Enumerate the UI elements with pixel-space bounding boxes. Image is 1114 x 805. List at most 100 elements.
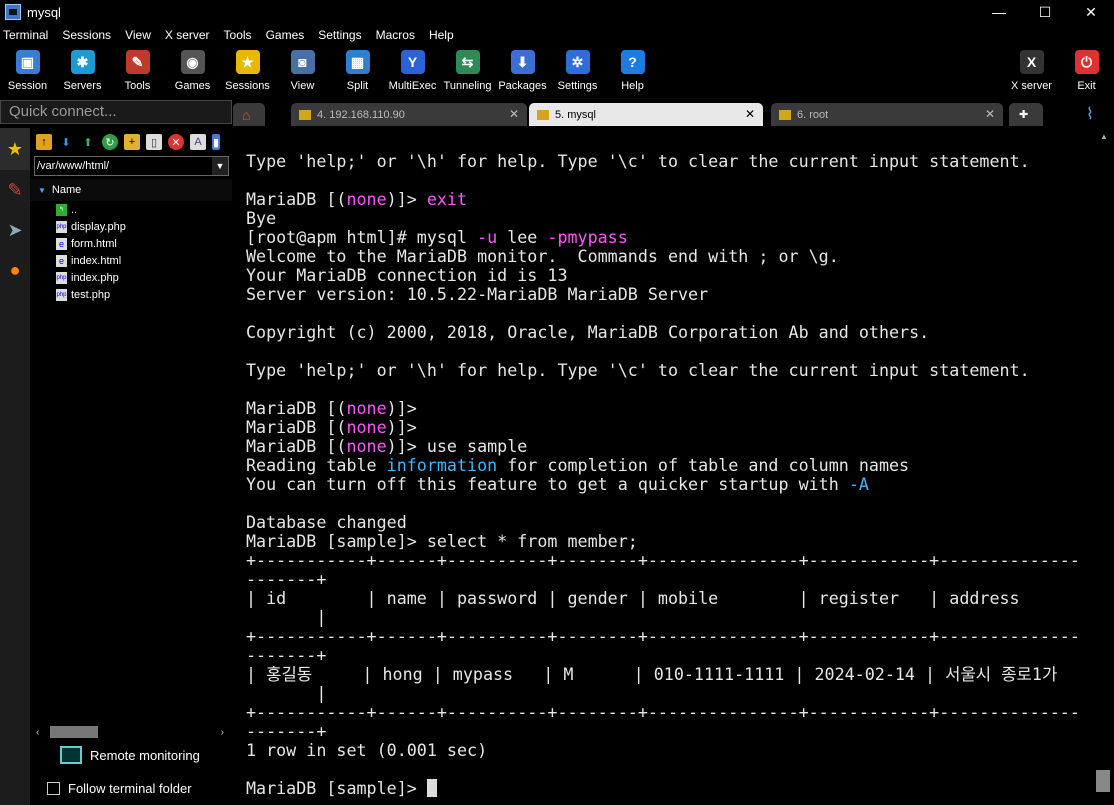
xserver-icon: X <box>1019 50 1044 74</box>
x-server-toolbar-button[interactable]: X X server <box>1004 46 1059 92</box>
tab-label: 4. 192.168.110.90 <box>317 108 405 121</box>
menu-xserver[interactable]: X server <box>165 28 210 42</box>
more-icon[interactable]: ▮ <box>212 134 220 150</box>
home-tab[interactable]: ⌂ <box>233 103 265 126</box>
terminal-line: Welcome to the MariaDB monitor. Commands… <box>246 247 1094 266</box>
terminal-text: Server version: 10.5.22-MariaDB MariaDB … <box>246 284 709 304</box>
tab-root[interactable]: 6. root ✕ <box>771 103 1003 126</box>
sftp-send-icon[interactable]: ➤ <box>0 210 30 250</box>
terminal-text: MariaDB [sample]> <box>246 778 427 798</box>
refresh-icon[interactable]: ↻ <box>102 134 118 150</box>
close-tab-icon[interactable]: ✕ <box>985 107 995 121</box>
delete-icon[interactable]: ✕ <box>168 134 184 150</box>
column-header[interactable]: ▼ Name <box>30 179 232 201</box>
maximize-button[interactable]: ☐ <box>1022 0 1068 24</box>
scroll-up-icon[interactable]: ▲ <box>1100 132 1108 141</box>
terminal-line: Your MariaDB connection id is 13 <box>246 266 1094 285</box>
split-toolbar-button[interactable]: ▦ Split <box>330 46 385 96</box>
minimize-button[interactable]: — <box>976 0 1022 24</box>
split-icon: ▦ <box>345 50 370 74</box>
menu-macros[interactable]: Macros <box>376 28 415 42</box>
toolbar-label: Tools <box>124 80 151 92</box>
terminal-cursor <box>426 779 437 797</box>
terminal-text: Welcome to the MariaDB monitor. Commands… <box>246 246 839 266</box>
terminal-vscroll[interactable]: ▲ <box>1094 128 1114 805</box>
chevron-left-icon[interactable]: ‹ <box>36 727 39 738</box>
file-list-item[interactable]: ↰.. <box>30 201 232 218</box>
remote-monitoring-button[interactable]: Remote monitoring <box>60 746 200 764</box>
left-sidebar: ★ ✎ ➤ ● <box>0 128 30 805</box>
close-tab-icon[interactable]: ✕ <box>509 107 519 121</box>
close-button[interactable]: ✕ <box>1068 0 1114 24</box>
quick-connect-input[interactable]: Quick connect... <box>0 100 232 124</box>
new-folder-icon[interactable]: + <box>124 134 140 150</box>
upload-icon[interactable]: ⬆ <box>80 134 96 150</box>
terminal-text: for completion of table and column names <box>497 455 910 475</box>
menu-terminal[interactable]: Terminal <box>3 28 48 42</box>
chevron-right-icon[interactable]: › <box>221 727 224 738</box>
file-browser-hscroll[interactable]: ‹ › <box>30 724 232 740</box>
menu-sessions[interactable]: Sessions <box>62 28 111 42</box>
parent-dir-icon: ↰ <box>56 203 67 216</box>
tunneling-icon: ⇆ <box>455 50 480 74</box>
file-name: index.php <box>71 271 119 284</box>
favorites-star-icon[interactable]: ★ <box>0 128 30 170</box>
servers-toolbar-button[interactable]: ✱ Servers <box>55 46 110 96</box>
terminal-line: | id | name | password | gender | mobile… <box>246 589 1094 608</box>
menu-settings[interactable]: Settings <box>318 28 361 42</box>
terminal-text: MariaDB [( <box>246 436 347 456</box>
sessions-toolbar-button[interactable]: ★ Sessions <box>220 46 275 96</box>
scroll-thumb[interactable] <box>50 726 98 738</box>
close-tab-icon[interactable]: ✕ <box>745 107 755 121</box>
settings-toolbar-button[interactable]: ✲ Settings <box>550 46 605 96</box>
toolbar-label: Sessions <box>225 80 270 92</box>
file-list-item[interactable]: php index.php <box>30 269 232 286</box>
download-icon[interactable]: ⬇ <box>58 134 74 150</box>
file-name: index.html <box>71 254 122 267</box>
macros-icon[interactable]: ● <box>0 250 30 290</box>
terminal-text: Database changed <box>246 512 407 532</box>
games-toolbar-button[interactable]: ◉ Games <box>165 46 220 96</box>
terminal-text: +-----------+------+----------+--------+… <box>246 626 1080 646</box>
ssh-key-icon <box>537 109 549 120</box>
tab-mysql[interactable]: 5. mysql ✕ <box>529 103 763 126</box>
parent-folder-icon[interactable]: ↑ <box>36 134 52 150</box>
tools-icon[interactable]: ✎ <box>0 170 30 210</box>
terminal-line: Reading table information for completion… <box>246 456 1094 475</box>
view-toolbar-button[interactable]: ◙ View <box>275 46 330 96</box>
multiexec-toolbar-button[interactable]: Y MultiExec <box>385 46 440 96</box>
rename-icon[interactable]: A <box>190 134 206 150</box>
terminal-output[interactable]: Type 'help;' or '\h' for help. Type '\c'… <box>236 128 1094 805</box>
menu-view[interactable]: View <box>125 28 151 42</box>
follow-terminal-folder-checkbox[interactable]: Follow terminal folder <box>47 781 192 796</box>
file-list-item[interactable]: e form.html <box>30 235 232 252</box>
php-file-icon: php <box>56 288 67 301</box>
menu-tools[interactable]: Tools <box>224 28 252 42</box>
menu-help[interactable]: Help <box>429 28 454 42</box>
path-input[interactable]: /var/www/html/ ▼ <box>34 156 229 176</box>
tools-toolbar-button[interactable]: ✎ Tools <box>110 46 165 96</box>
terminal-text: none <box>346 189 387 209</box>
title-bar: mysql — ☐ ✕ <box>0 0 1114 24</box>
scroll-thumb[interactable] <box>1096 770 1110 792</box>
file-list-item[interactable]: php test.php <box>30 286 232 303</box>
terminal-text: )]> <box>386 189 427 209</box>
checkbox[interactable] <box>47 782 60 795</box>
attach-icon[interactable]: ⌇ <box>1086 104 1094 124</box>
chevron-down-icon[interactable]: ▼ <box>212 157 228 175</box>
tunneling-toolbar-button[interactable]: ⇆ Tunneling <box>440 46 495 96</box>
tab-192-168-110-90[interactable]: 4. 192.168.110.90 ✕ <box>291 103 527 126</box>
file-list-item[interactable]: php display.php <box>30 218 232 235</box>
menu-games[interactable]: Games <box>266 28 305 42</box>
session-toolbar-button[interactable]: ▣ Session <box>0 46 55 96</box>
new-file-icon[interactable]: ▯ <box>146 134 162 150</box>
new-tab-button[interactable]: ✚ <box>1009 103 1043 126</box>
packages-toolbar-button[interactable]: ⬇ Packages <box>495 46 550 96</box>
view-icon: ◙ <box>290 50 315 74</box>
help-toolbar-button[interactable]: ? Help <box>605 46 660 96</box>
menu-bar: Terminal Sessions View X server Tools Ga… <box>0 24 1114 46</box>
file-list-item[interactable]: e index.html <box>30 252 232 269</box>
exit-toolbar-button[interactable]: ⏻ Exit <box>1059 46 1114 92</box>
tools-icon: ✎ <box>125 50 150 74</box>
